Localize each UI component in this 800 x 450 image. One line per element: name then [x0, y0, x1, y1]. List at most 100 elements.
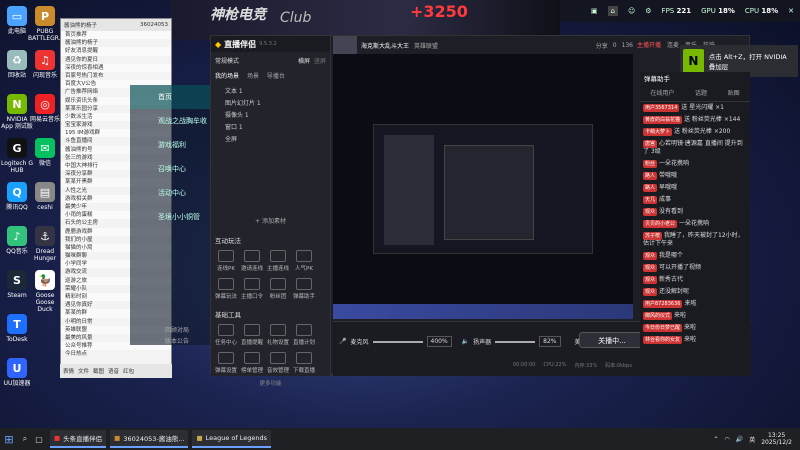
desktop-icon-col2-2[interactable]: ◎ 网易云音乐	[28, 94, 62, 123]
tool-button[interactable]: 直播计划	[293, 324, 315, 346]
orientation-landscape[interactable]: 横屏	[298, 56, 310, 65]
home-icon[interactable]: ⌂	[607, 6, 618, 16]
stream-category[interactable]: 英雄联盟	[414, 41, 438, 50]
danmaku-message[interactable]: 观众 新秀古代	[640, 274, 750, 286]
desktop-icon-col2-6[interactable]: 🦆 Goose Goose Duck	[28, 270, 62, 313]
input-language[interactable]: 英	[749, 435, 755, 444]
game-nav-item[interactable]: 游戏福利	[130, 133, 210, 157]
game-nav-item[interactable]: 首页	[130, 85, 210, 109]
danmaku-message[interactable]: 观众 可以开播了视频	[640, 262, 750, 274]
tab-director[interactable]: 导播台	[267, 71, 285, 80]
game-nav-footer-link[interactable]: 回顾对局	[165, 325, 189, 336]
danmaku-message[interactable]: 用户3567314 送 星光闪耀 ×1	[640, 102, 750, 114]
danmaku-message[interactable]: 贝贝的小老公 一朵花携响	[640, 218, 750, 230]
tool-button[interactable]: 榜单管理	[241, 352, 263, 374]
taskview-icon[interactable]: ▢	[32, 435, 46, 444]
chat-list-item[interactable]: 酱油熊的杨子	[61, 39, 171, 47]
search-icon[interactable]: ⌕	[18, 434, 32, 444]
tool-button[interactable]: 主播口令	[241, 278, 263, 300]
chat-list-item[interactable]: 百家号热门发布	[61, 72, 171, 80]
game-nav-item[interactable]: 召唤中心	[130, 157, 210, 181]
desktop-icon-7[interactable]: T ToDesk	[0, 314, 34, 343]
desktop-icon-col2-4[interactable]: ▤ ceshi	[28, 182, 62, 211]
danmaku-message[interactable]: 用户87283636 来啦	[640, 298, 750, 310]
settings-icon[interactable]: ⚙	[645, 7, 651, 15]
danmaku-message[interactable]: 观众 我是哪个	[640, 250, 750, 262]
start-icon[interactable]: ⊞	[0, 433, 18, 446]
danmaku-message[interactable]: 苏子桉 我睡了，昨天被封了12小时，估计下午来	[640, 230, 750, 250]
close-icon[interactable]: ✕	[788, 7, 794, 15]
source-item[interactable]: 摄像头 1	[211, 110, 330, 122]
tool-button[interactable]: 主播连线	[267, 250, 289, 272]
danmaku-message[interactable]: 路人 带哦哦	[640, 170, 750, 182]
danmaku-message[interactable]: 林台看你的女友 来啦	[640, 334, 750, 346]
tool-button[interactable]: 音效管理	[267, 352, 289, 374]
orientation-portrait[interactable]: 竖屏	[314, 56, 326, 65]
tool-button[interactable]: 弹幕玩法	[215, 278, 237, 300]
desktop-icon-col2-0[interactable]: P PUBG BATTLEGR...	[28, 6, 64, 42]
link-mic-tab[interactable]: 连麦	[667, 40, 679, 49]
game-nav-footer-link[interactable]: 版本公告	[165, 336, 189, 347]
desktop-icon-col2-3[interactable]: ✉ 微信	[28, 138, 62, 167]
chat-list-item[interactable]: 今日热点	[61, 350, 171, 358]
chat-tool-button[interactable]: 文件	[78, 367, 89, 375]
chat-tool-button[interactable]: 语音	[108, 367, 119, 375]
danmaku-message[interactable]: 路人 早哦哦	[640, 182, 750, 194]
taskbar-app-button[interactable]: ■ League of Legends	[192, 430, 272, 448]
tab-stickers[interactable]: 贴图	[728, 88, 740, 97]
scene-mode-select[interactable]: 常规模式	[215, 56, 239, 65]
mic-volume-slider[interactable]	[372, 340, 423, 343]
clock[interactable]: 13:25 2025/12/2	[761, 432, 792, 446]
chat-tool-button[interactable]: 表情	[63, 367, 74, 375]
stream-cover-thumbnail[interactable]	[333, 36, 357, 54]
tab-topic[interactable]: 话题	[695, 88, 707, 97]
wifi-icon[interactable]: ◠	[724, 436, 729, 443]
tool-button[interactable]: 邀请连线	[241, 250, 263, 272]
tool-button[interactable]: 礼物设置	[267, 324, 289, 346]
tool-button[interactable]: 人气PK	[293, 250, 315, 272]
desktop-icon-8[interactable]: U UU加速器	[0, 358, 34, 387]
chat-list-item[interactable]: 深夜的惊喜相遇	[61, 63, 171, 72]
game-nav-item[interactable]: 圣境小小铜管	[130, 205, 210, 229]
chat-list-item[interactable]: 首页推荐	[61, 31, 171, 40]
tool-button[interactable]: 直播提醒	[241, 324, 263, 346]
more-functions-link[interactable]: 更多功能	[211, 379, 330, 387]
chat-list-item[interactable]: 好友消息提醒	[61, 47, 171, 56]
speaker-volume-slider[interactable]	[495, 340, 536, 343]
game-nav-item[interactable]: 观战之战胸牟收	[130, 109, 210, 133]
danmaku-message[interactable]: 天几 成事	[640, 194, 750, 206]
danmaku-message[interactable]: 黄皮的白翁花猫送 粉丝荧光棒 ×144	[640, 114, 750, 126]
desktop-icon-col2-5[interactable]: ⚓ Dread Hunger	[28, 226, 62, 262]
microphone-icon[interactable]: 🎤	[339, 338, 346, 345]
host-start-tab[interactable]: 主播开播	[637, 40, 661, 49]
danmaku-message[interactable]: 御风的仪式 来啦	[640, 310, 750, 322]
stream-title[interactable]: 海克斯大乱斗大王	[361, 41, 409, 50]
tool-button[interactable]: 下载直播	[293, 352, 315, 374]
danmaku-message[interactable]: 卡萌大萝卜送 粉丝荧光棒 ×200	[640, 126, 750, 138]
tool-button[interactable]: 任务中心	[215, 324, 237, 346]
share-button[interactable]: 分享	[596, 41, 608, 50]
source-item[interactable]: 窗口 1	[211, 122, 330, 134]
chat-tool-button[interactable]: 截图	[93, 367, 104, 375]
add-material-button[interactable]: + 添加素材	[211, 216, 330, 225]
chat-tool-button[interactable]: 红包	[123, 367, 134, 375]
game-nav-item[interactable]: 活动中心	[130, 181, 210, 205]
danmaku-message[interactable]: 观众 还没解封呢	[640, 286, 750, 298]
tool-button[interactable]: 弹幕设置	[215, 352, 237, 374]
tool-button[interactable]: 连线PK	[215, 250, 237, 272]
tab-my-scenes[interactable]: 我的场景	[215, 71, 239, 80]
danmaku-message[interactable]: 唐宫 心若明镜·唐源嘉 直播间 提升到了 3级	[640, 138, 750, 158]
user-icon[interactable]: ☺	[628, 7, 635, 15]
tab-scenes[interactable]: 场景	[247, 71, 259, 80]
source-item[interactable]: 全屏	[211, 134, 330, 146]
tool-button[interactable]: 粉丝团	[267, 278, 289, 300]
mic-volume-value[interactable]: 400%	[426, 336, 452, 347]
source-item[interactable]: 文本 1	[211, 86, 330, 98]
stream-preview[interactable]	[333, 54, 633, 319]
monitor-icon[interactable]: ▣	[591, 7, 598, 15]
desktop-icon-col2-1[interactable]: ♫ 闪现音乐	[28, 50, 62, 79]
chat-list-item[interactable]: 遇见你的夏日	[61, 56, 171, 64]
speaker-volume-value[interactable]: 82%	[539, 336, 561, 347]
taskbar-app-button[interactable]: ■ 头条直播伴侣	[50, 430, 107, 448]
go-live-button[interactable]: 关播中...	[579, 332, 645, 348]
